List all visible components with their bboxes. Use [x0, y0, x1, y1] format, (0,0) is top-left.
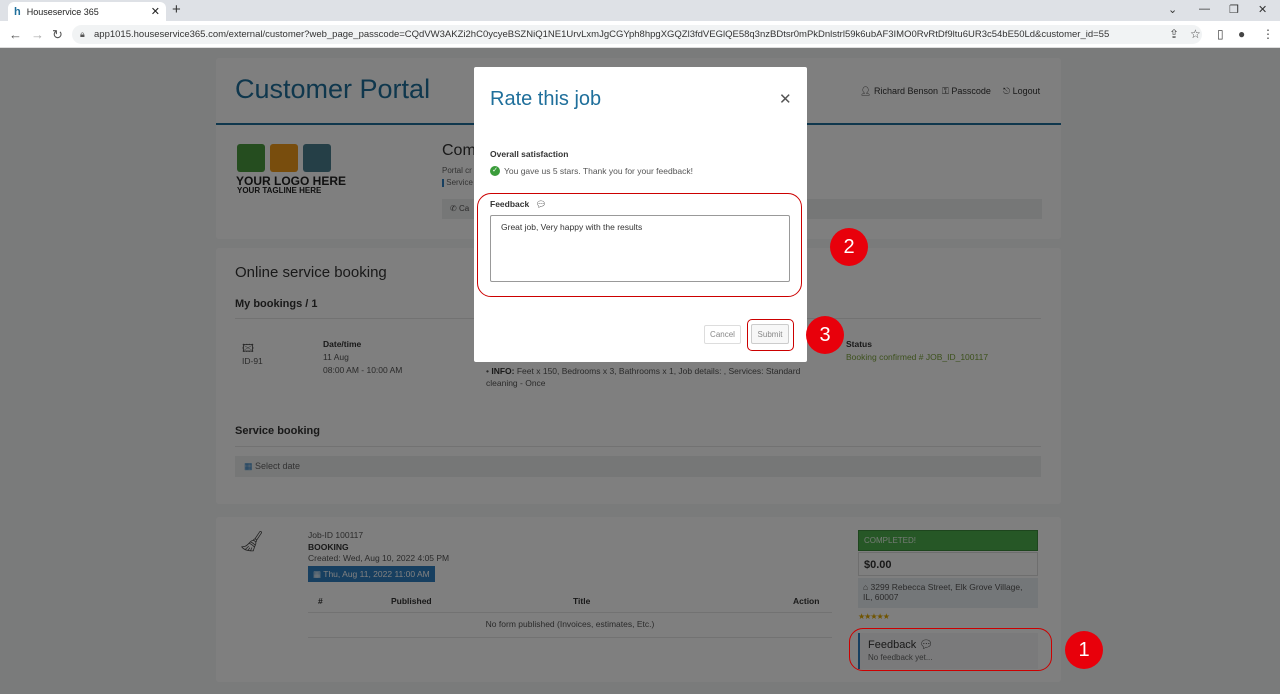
url-field[interactable]: app1015.houseservice365.com/external/cus… [72, 25, 1202, 44]
satisfaction-label: Overall satisfaction [490, 149, 569, 159]
annotation-number-2: 2 [830, 228, 868, 266]
modal-title: Rate this job [490, 88, 602, 110]
lock-icon[interactable]: 🔒︎ [80, 29, 85, 40]
check-circle-icon: ✓ [490, 166, 500, 176]
bookmark-star-icon[interactable]: ☆ [1190, 27, 1201, 41]
tab-search-icon[interactable]: ⌄ [1168, 3, 1177, 16]
restore-icon[interactable]: ❐ [1229, 3, 1239, 16]
profile-icon[interactable]: ● [1238, 27, 1245, 41]
share-icon[interactable]: ⇪ [1169, 27, 1179, 41]
annotation-ring-2 [477, 193, 802, 297]
satisfaction-text: You gave us 5 stars. Thank you for your … [504, 166, 694, 176]
forward-icon[interactable]: → [31, 27, 44, 42]
close-icon[interactable]: ✕ [779, 90, 792, 108]
annotation-ring-3 [747, 319, 794, 351]
site-favicon-icon: h [14, 5, 21, 18]
browser-tab-bar [0, 0, 1280, 21]
reload-icon[interactable]: ↻ [52, 27, 63, 43]
tab-title: Houseservice 365 [26, 6, 99, 17]
annotation-number-1: 1 [1065, 631, 1103, 669]
close-tab-icon[interactable]: ✕ [151, 5, 160, 18]
close-window-icon[interactable]: ✕ [1258, 3, 1267, 16]
new-tab-icon[interactable]: + [172, 1, 181, 18]
menu-kebab-icon[interactable]: ⋮ [1262, 27, 1274, 41]
annotation-ring-1 [849, 628, 1052, 671]
browser-tab[interactable]: h Houseservice 365 ✕ [8, 2, 166, 21]
back-icon[interactable]: ← [9, 27, 22, 42]
side-panel-icon[interactable]: ▯ [1217, 27, 1224, 41]
cancel-button[interactable]: Cancel [704, 325, 741, 344]
annotation-number-3: 3 [806, 316, 844, 354]
minimize-icon[interactable]: — [1199, 3, 1210, 15]
satisfaction-message: ✓ You gave us 5 stars. Thank you for you… [490, 166, 693, 176]
